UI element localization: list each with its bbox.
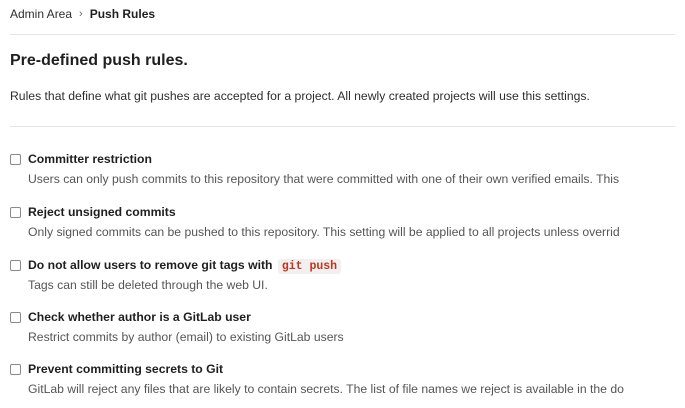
push-rules-list: Committer restriction Users can only pus… (0, 0, 685, 408)
member-check-checkbox[interactable] (10, 312, 21, 323)
deny-delete-tag-label-text: Do not allow users to remove git tags wi… (28, 258, 273, 272)
deny-delete-tag-help: Tags can still be deleted through the we… (28, 278, 268, 292)
prevent-secrets-label[interactable]: Prevent committing secrets to Git (28, 361, 223, 377)
reject-unsigned-commits-help: Only signed commits can be pushed to thi… (28, 225, 620, 239)
prevent-secrets-checkbox[interactable] (10, 364, 21, 375)
reject-unsigned-commits-checkbox[interactable] (10, 207, 21, 218)
prevent-secrets-help: GitLab will reject any files that are li… (28, 382, 624, 396)
committer-restriction-checkbox[interactable] (10, 154, 21, 165)
committer-restriction-help: Users can only push commits to this repo… (28, 172, 620, 186)
reject-unsigned-commits-label[interactable]: Reject unsigned commits (28, 204, 176, 220)
deny-delete-tag-checkbox[interactable] (10, 260, 21, 271)
committer-restriction-label[interactable]: Committer restriction (28, 151, 152, 167)
member-check-label[interactable]: Check whether author is a GitLab user (28, 309, 251, 325)
deny-delete-tag-label[interactable]: Do not allow users to remove git tags wi… (28, 257, 342, 275)
member-check-help: Restrict commits by author (email) to ex… (28, 330, 344, 344)
git-push-code: git push (277, 259, 342, 274)
